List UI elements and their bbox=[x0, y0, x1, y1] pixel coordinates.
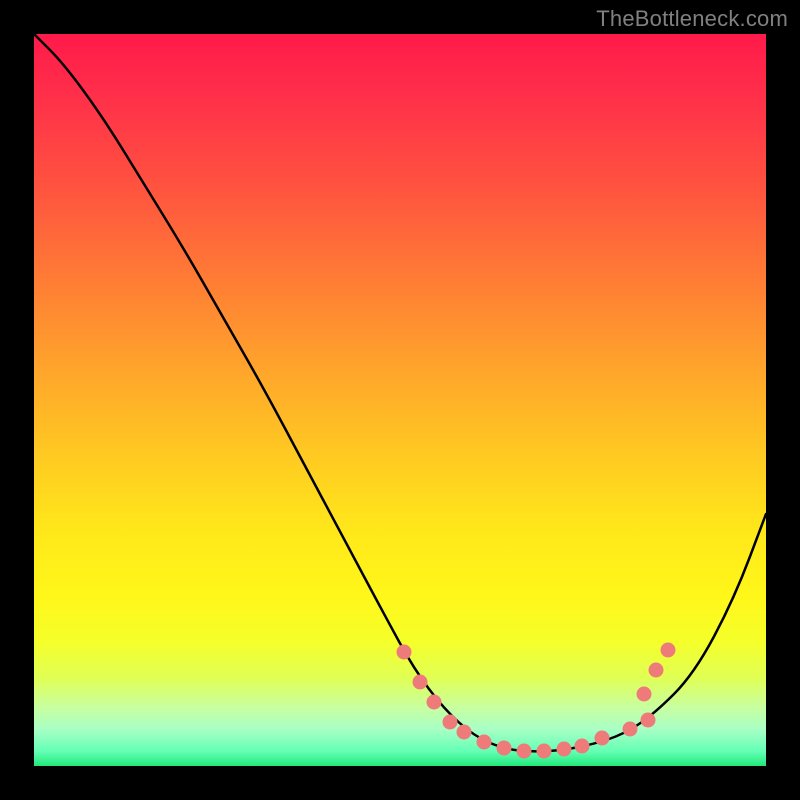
marker-dot bbox=[649, 663, 664, 678]
plot-area bbox=[34, 34, 766, 766]
marker-dot bbox=[557, 742, 572, 757]
marker-dot bbox=[641, 713, 656, 728]
marker-dot bbox=[413, 675, 428, 690]
marker-dot bbox=[397, 645, 412, 660]
marker-dot bbox=[517, 744, 532, 759]
marker-dot bbox=[537, 744, 552, 759]
marker-dot bbox=[427, 695, 442, 710]
marker-dot bbox=[637, 687, 652, 702]
bottleneck-curve bbox=[34, 34, 766, 751]
marker-dot bbox=[623, 722, 638, 737]
marker-dot bbox=[575, 739, 590, 754]
marker-dot bbox=[457, 725, 472, 740]
watermark-text: TheBottleneck.com bbox=[596, 6, 788, 32]
marker-dots bbox=[397, 643, 676, 759]
marker-dot bbox=[443, 715, 458, 730]
chart-frame: TheBottleneck.com bbox=[0, 0, 800, 800]
curve-svg bbox=[34, 34, 766, 766]
marker-dot bbox=[595, 731, 610, 746]
marker-dot bbox=[661, 643, 676, 658]
marker-dot bbox=[497, 741, 512, 756]
marker-dot bbox=[477, 735, 492, 750]
